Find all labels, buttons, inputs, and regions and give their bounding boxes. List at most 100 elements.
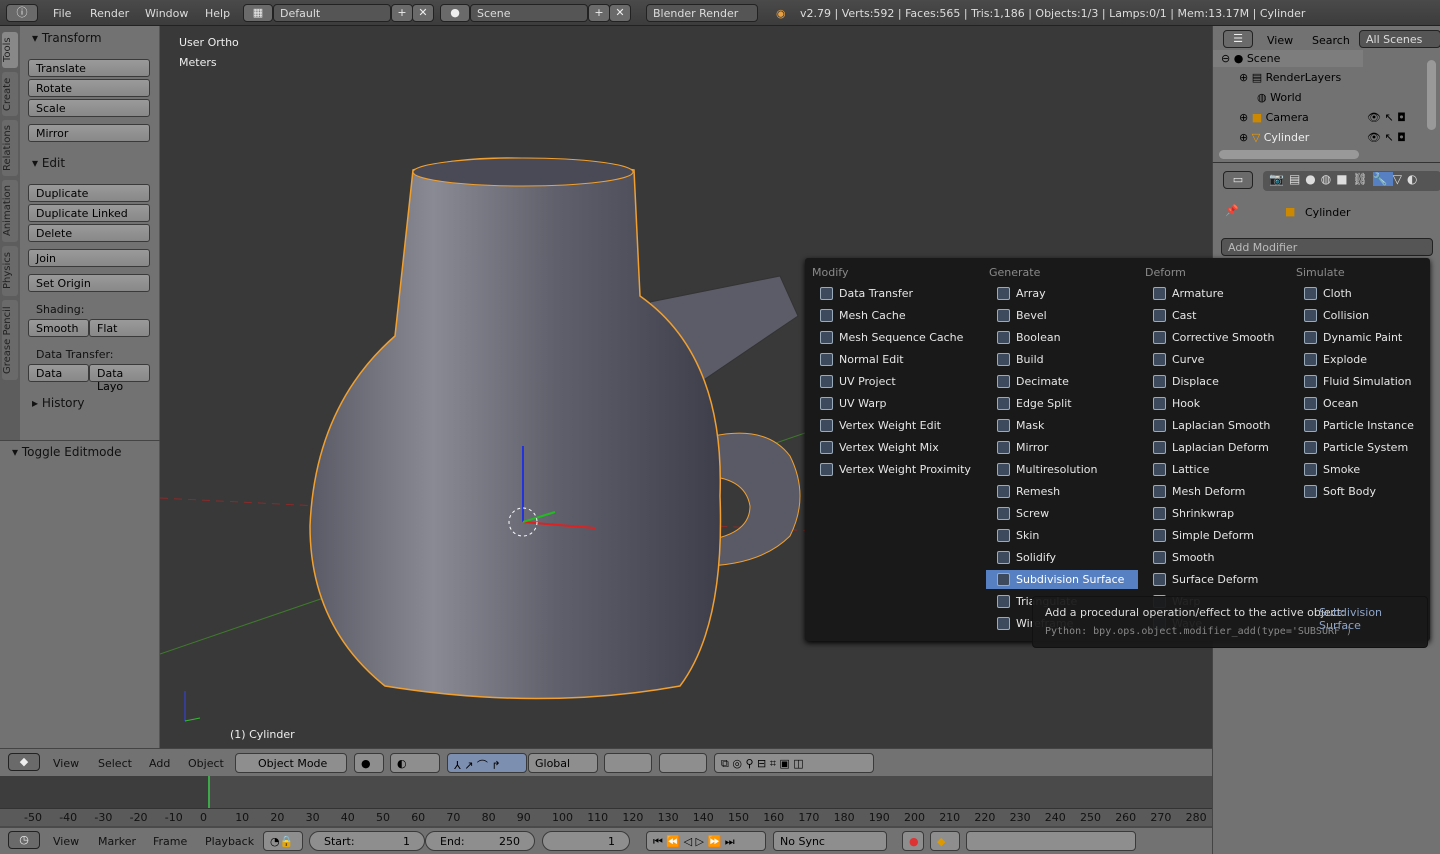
- timeline-menu-playback[interactable]: Playback: [205, 835, 254, 848]
- menu-item-data-transfer[interactable]: Data Transfer: [809, 284, 961, 303]
- menu-window[interactable]: Window: [145, 7, 188, 20]
- current-frame-field[interactable]: 1: [542, 831, 630, 851]
- scene-icon[interactable]: ●: [440, 4, 470, 22]
- outliner-item-cylinder[interactable]: ⊕ ▽ Cylinder: [1239, 131, 1309, 144]
- menu-add[interactable]: Add: [149, 757, 170, 770]
- outliner-menu-search[interactable]: Search: [1312, 34, 1350, 47]
- menu-item-smoke[interactable]: Smoke: [1293, 460, 1440, 479]
- timeline-menu-marker[interactable]: Marker: [98, 835, 136, 848]
- keying-set-field[interactable]: [966, 831, 1136, 851]
- context-tabs[interactable]: 📷▤●◍■⛓🔧▽◐: [1263, 171, 1440, 191]
- join-button[interactable]: Join: [28, 249, 150, 267]
- snapping-tools[interactable]: ⧉ ◎ ⚲ ⊟ ⌗ ▣ ◫: [714, 753, 874, 773]
- outliner-item-scene[interactable]: ⊖ ● Scene: [1221, 52, 1280, 65]
- data-layout-button[interactable]: Data Layo: [89, 364, 150, 393]
- menu-item-decimate[interactable]: Decimate: [986, 372, 1138, 391]
- mirror-button[interactable]: Mirror: [28, 124, 150, 142]
- rotate-button[interactable]: Rotate: [28, 79, 150, 97]
- delete-button[interactable]: Delete: [28, 224, 150, 242]
- menu-item-armature[interactable]: Armature: [1142, 284, 1294, 303]
- menu-help[interactable]: Help: [205, 7, 230, 20]
- menu-item-boolean[interactable]: Boolean: [986, 328, 1138, 347]
- menu-item-build[interactable]: Build: [986, 350, 1138, 369]
- menu-item-subdivision-surface[interactable]: Subdivision Surface: [986, 570, 1138, 589]
- menu-item-cast[interactable]: Cast: [1142, 306, 1294, 325]
- playback-controls[interactable]: ⏮ ⏪ ◁ ▷ ⏩ ⏭: [646, 831, 766, 851]
- menu-item-smooth[interactable]: Smooth: [1142, 548, 1294, 567]
- menu-item-uv-warp[interactable]: UV Warp: [809, 394, 961, 413]
- layers-grid-1[interactable]: [604, 753, 652, 773]
- tab-create[interactable]: Create: [2, 72, 18, 116]
- keying-icons[interactable]: ◔🔒: [263, 831, 303, 851]
- menu-item-screw[interactable]: Screw: [986, 504, 1138, 523]
- menu-item-solidify[interactable]: Solidify: [986, 548, 1138, 567]
- menu-item-soft-body[interactable]: Soft Body: [1293, 482, 1440, 501]
- menu-item-hook[interactable]: Hook: [1142, 394, 1294, 413]
- data-button[interactable]: Data: [28, 364, 89, 382]
- menu-item-vertex-weight-mix[interactable]: Vertex Weight Mix: [809, 438, 961, 457]
- end-frame-field[interactable]: End: 250: [425, 831, 535, 851]
- menu-item-corrective-smooth[interactable]: Corrective Smooth: [1142, 328, 1294, 347]
- tab-grease-pencil[interactable]: Grease Pencil: [2, 300, 18, 380]
- menu-item-dynamic-paint[interactable]: Dynamic Paint: [1293, 328, 1440, 347]
- menu-item-laplacian-deform[interactable]: Laplacian Deform: [1142, 438, 1294, 457]
- outliner-editor-icon[interactable]: ☰: [1223, 30, 1253, 48]
- outliner-item-renderlayers[interactable]: ⊕ ▤ RenderLayers: [1239, 71, 1341, 84]
- menu-item-bevel[interactable]: Bevel: [986, 306, 1138, 325]
- toggle-editmode-panel[interactable]: ▾ Toggle Editmode: [12, 445, 122, 459]
- edit-panel-header[interactable]: ▾ Edit: [32, 156, 65, 170]
- visibility-icons[interactable]: 👁 ↖ ◘: [1367, 131, 1406, 144]
- menu-item-explode[interactable]: Explode: [1293, 350, 1440, 369]
- outliner-menu-view[interactable]: View: [1267, 34, 1293, 47]
- translate-button[interactable]: Translate: [28, 59, 150, 77]
- orientation-select[interactable]: Global: [528, 753, 598, 773]
- layout-field[interactable]: Default: [273, 4, 391, 22]
- menu-item-particle-instance[interactable]: Particle Instance: [1293, 416, 1440, 435]
- layout-icon[interactable]: ▦: [243, 4, 273, 22]
- editor-type-icon[interactable]: ◆: [8, 753, 40, 771]
- layers-grid-2[interactable]: [659, 753, 707, 773]
- tab-tools[interactable]: Tools: [2, 32, 18, 68]
- render-engine-select[interactable]: Blender Render: [646, 4, 758, 22]
- add-scene-icon[interactable]: +: [588, 4, 610, 22]
- menu-item-normal-edit[interactable]: Normal Edit: [809, 350, 961, 369]
- menu-item-mesh-cache[interactable]: Mesh Cache: [809, 306, 961, 325]
- sync-select[interactable]: No Sync: [773, 831, 887, 851]
- start-frame-field[interactable]: Start: 1: [309, 831, 425, 851]
- keyframe-icon[interactable]: ◆: [930, 831, 960, 851]
- properties-editor-icon[interactable]: ▭: [1223, 171, 1253, 189]
- duplicate-linked-button[interactable]: Duplicate Linked: [28, 204, 150, 222]
- menu-item-vertex-weight-edit[interactable]: Vertex Weight Edit: [809, 416, 961, 435]
- tab-animation[interactable]: Animation: [2, 180, 18, 242]
- menu-item-multiresolution[interactable]: Multiresolution: [986, 460, 1138, 479]
- menu-item-mirror[interactable]: Mirror: [986, 438, 1138, 457]
- menu-item-ocean[interactable]: Ocean: [1293, 394, 1440, 413]
- menu-item-mesh-deform[interactable]: Mesh Deform: [1142, 482, 1294, 501]
- smooth-button[interactable]: Smooth: [28, 319, 89, 337]
- mode-select[interactable]: Object Mode: [235, 753, 347, 773]
- pin-icon[interactable]: 📌: [1225, 204, 1239, 217]
- record-icon[interactable]: ●: [902, 831, 924, 851]
- tab-physics[interactable]: Physics: [2, 246, 18, 296]
- menu-item-vertex-weight-proximity[interactable]: Vertex Weight Proximity: [809, 460, 971, 479]
- shading-select[interactable]: ●: [354, 753, 384, 773]
- menu-view[interactable]: View: [53, 757, 79, 770]
- history-panel-header[interactable]: ▸ History: [32, 396, 85, 410]
- menu-item-surface-deform[interactable]: Surface Deform: [1142, 570, 1294, 589]
- menu-item-mask[interactable]: Mask: [986, 416, 1138, 435]
- info-editor-type-icon[interactable]: ⓘ: [6, 4, 38, 22]
- menu-item-uv-project[interactable]: UV Project: [809, 372, 961, 391]
- display-mode-select[interactable]: All Scenes: [1359, 30, 1440, 48]
- delete-scene-icon[interactable]: ✕: [609, 4, 631, 22]
- menu-item-skin[interactable]: Skin: [986, 526, 1138, 545]
- scale-button[interactable]: Scale: [28, 99, 150, 117]
- menu-item-displace[interactable]: Displace: [1142, 372, 1294, 391]
- menu-item-mesh-sequence-cache[interactable]: Mesh Sequence Cache: [809, 328, 963, 347]
- menu-file[interactable]: File: [53, 7, 71, 20]
- menu-item-edge-split[interactable]: Edge Split: [986, 394, 1138, 413]
- menu-object[interactable]: Object: [188, 757, 224, 770]
- frame-cursor[interactable]: [208, 776, 210, 808]
- menu-item-array[interactable]: Array: [986, 284, 1138, 303]
- menu-item-collision[interactable]: Collision: [1293, 306, 1440, 325]
- tab-relations[interactable]: Relations: [2, 120, 18, 176]
